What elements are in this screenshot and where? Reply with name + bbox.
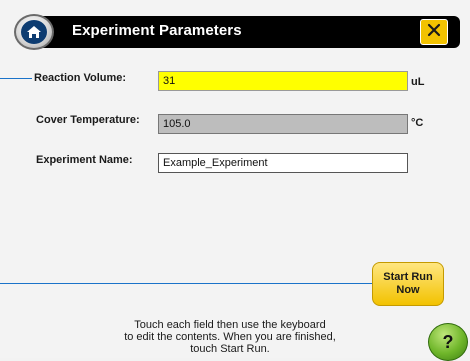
home-icon xyxy=(21,20,47,44)
instruction-line-2: to edit the contents. When you are finis… xyxy=(124,331,336,343)
cover-temperature-unit: °C xyxy=(411,117,424,129)
experiment-name-input[interactable]: Example_Experiment xyxy=(158,153,408,173)
start-run-label-line2: Now xyxy=(396,284,420,296)
home-button[interactable] xyxy=(14,14,54,50)
experiment-parameters-screen: Experiment Parameters Reaction Volume: 3… xyxy=(0,0,470,361)
leader-line-volume xyxy=(0,78,32,79)
instruction-text: Touch each field then use the keyboard t… xyxy=(100,319,360,355)
close-button[interactable] xyxy=(420,19,448,45)
cover-temperature-field: 105.0 xyxy=(158,114,408,134)
instruction-line-3: touch Start Run. xyxy=(190,343,270,355)
experiment-name-label: Experiment Name: xyxy=(36,154,133,166)
start-run-button[interactable]: Start Run Now xyxy=(372,262,444,306)
help-button[interactable]: ? xyxy=(428,323,468,361)
reaction-volume-input[interactable]: 31 xyxy=(158,71,408,91)
cover-temperature-label: Cover Temperature: xyxy=(36,114,140,126)
page-title: Experiment Parameters xyxy=(72,22,242,39)
reaction-volume-unit: uL xyxy=(411,76,425,88)
reaction-volume-label: Reaction Volume: xyxy=(34,72,127,84)
close-icon xyxy=(426,22,442,43)
start-run-label-line1: Start Run xyxy=(383,271,433,283)
instruction-line-1: Touch each field then use the keyboard xyxy=(134,319,326,331)
leader-line-start xyxy=(0,283,372,284)
header: Experiment Parameters xyxy=(4,10,466,54)
help-icon: ? xyxy=(442,331,454,352)
